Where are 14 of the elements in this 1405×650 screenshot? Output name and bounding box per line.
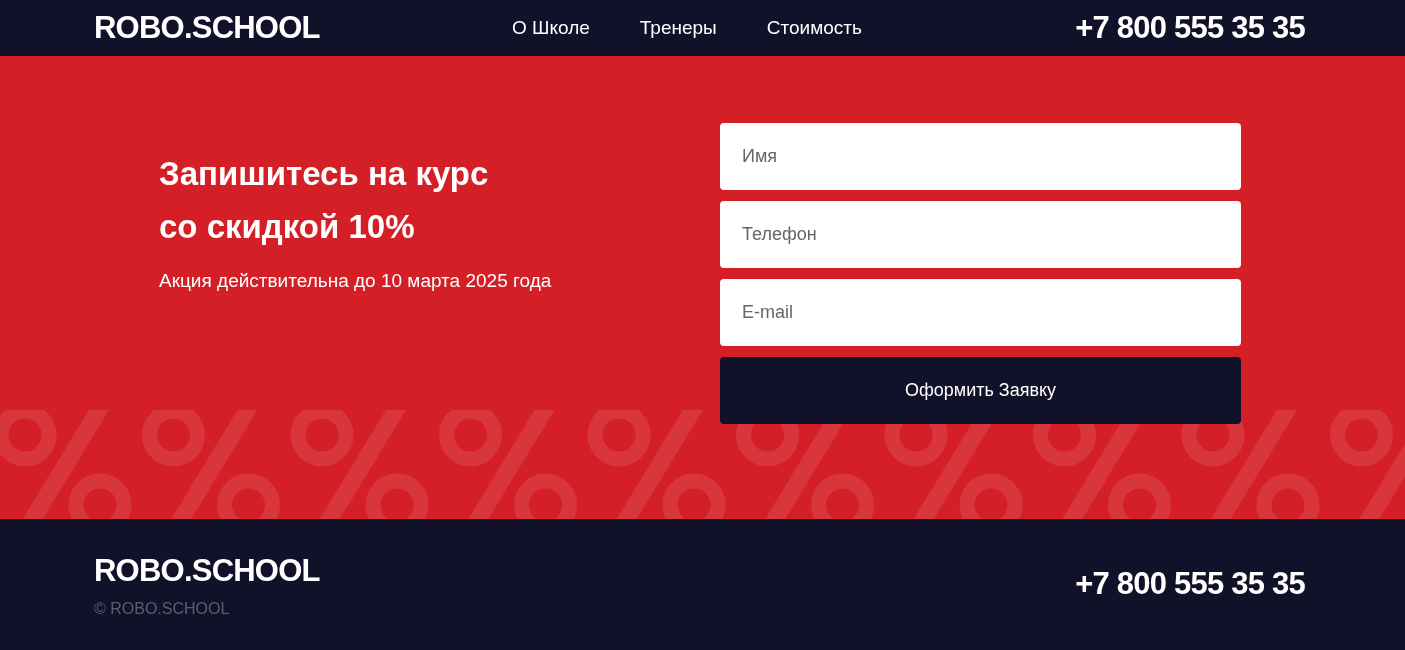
input-field[interactable]: Телефон [720, 201, 1241, 268]
footer-phone-number[interactable]: +7 800 555 35 35 [1075, 561, 1305, 608]
copyright-text: © ROBO.SCHOOL [94, 598, 231, 619]
nav-link[interactable]: Стоимость [766, 13, 862, 43]
nav-link[interactable]: О Школе [512, 13, 590, 43]
footer-logo[interactable]: ROBO.SCHOOL [94, 548, 320, 595]
nav-link[interactable]: Тренеры [639, 13, 717, 43]
logo[interactable]: ROBO.SCHOOL [94, 4, 512, 52]
input-field[interactable]: E-mail [720, 279, 1241, 346]
phone-number[interactable]: +7 800 555 35 35 [1075, 4, 1305, 52]
submit-button[interactable]: Оформить Заявку [720, 357, 1241, 424]
promo-heading: Запишитесь на курс со скидкой 10% [159, 154, 490, 247]
promo-subtitle: Акция действительна до 10 марта 2025 года [159, 269, 553, 293]
input-field[interactable]: Имя [720, 123, 1241, 190]
